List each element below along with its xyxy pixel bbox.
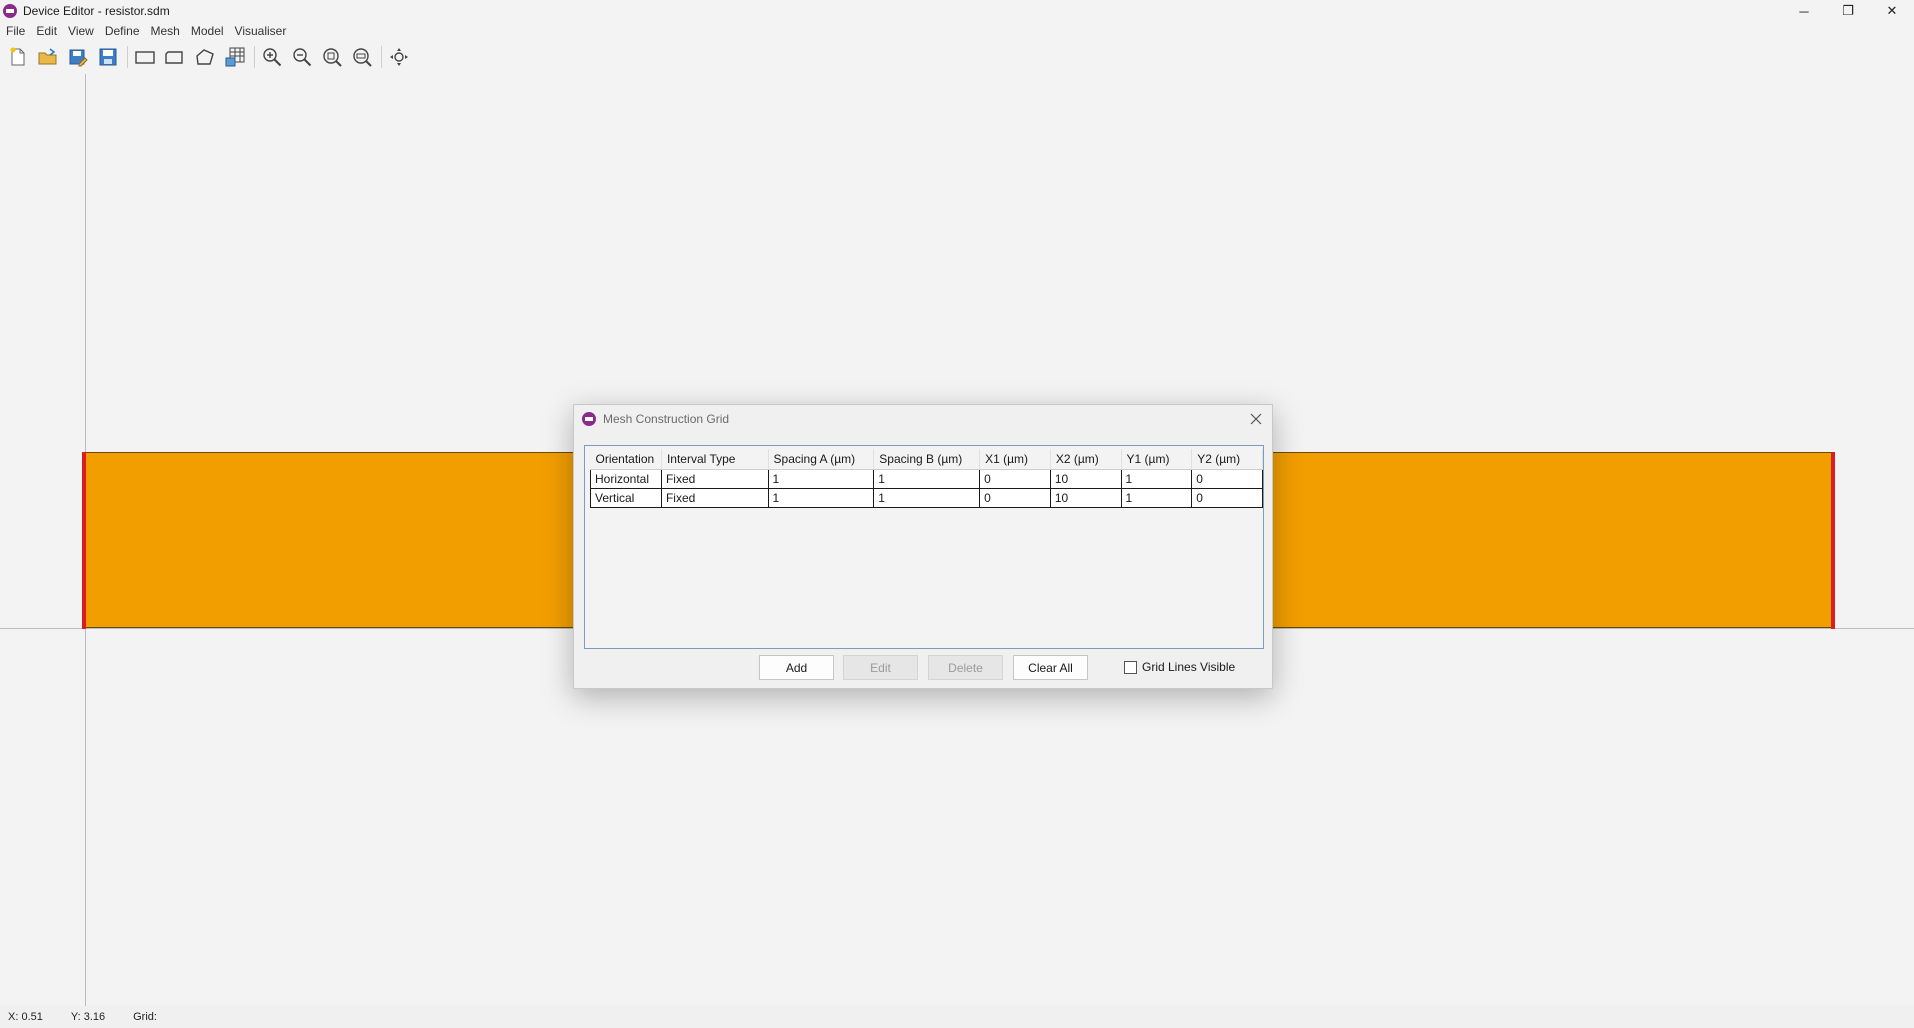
table-cell[interactable]: 1: [1120, 488, 1193, 508]
zoom-in-icon[interactable]: [258, 44, 286, 70]
right-contact[interactable]: [1831, 452, 1835, 629]
table-cell[interactable]: 10: [1049, 469, 1122, 489]
zoom-out-icon[interactable]: [288, 44, 316, 70]
grid-readout: Grid:: [133, 1011, 157, 1023]
grid-definitions-table: Orientation Interval Type Spacing A (µm)…: [590, 449, 1263, 508]
table-cell[interactable]: 0: [1191, 469, 1263, 489]
table-row[interactable]: Vertical Fixed 1 1 0 10 1 0: [590, 488, 1263, 508]
table-cell[interactable]: Horizontal: [590, 469, 662, 489]
window-controls: ─ ❐ ✕: [1782, 0, 1914, 22]
mesh-construction-grid-dialog: Mesh Construction Grid Orientation Inter…: [573, 404, 1273, 689]
table-cell[interactable]: 0: [979, 469, 1051, 489]
column-header[interactable]: Spacing B (µm): [873, 449, 981, 470]
table-cell[interactable]: Vertical: [590, 488, 662, 508]
table-cell[interactable]: Fixed: [660, 488, 769, 508]
cursor-x-readout: X: 0.51: [8, 1011, 43, 1023]
grid-lines-visible-checkbox[interactable]: [1124, 660, 1137, 674]
table-cell[interactable]: 0: [979, 488, 1051, 508]
table-cell[interactable]: 1: [873, 488, 981, 508]
menu-mesh[interactable]: Mesh: [151, 24, 180, 38]
menu-visualiser[interactable]: Visualiser: [235, 24, 287, 38]
cursor-y-readout: Y: 3.16: [70, 1011, 106, 1023]
table-cell[interactable]: 1: [873, 469, 981, 489]
close-window-button[interactable]: ✕: [1870, 0, 1914, 22]
close-icon[interactable]: [1248, 411, 1264, 427]
mesh-grid-icon[interactable]: [221, 44, 249, 70]
table-cell[interactable]: 10: [1049, 488, 1122, 508]
save-as-icon[interactable]: [64, 44, 92, 70]
grid-lines-visible-label: Grid Lines Visible: [1142, 660, 1236, 674]
column-header[interactable]: Y2 (µm): [1191, 449, 1263, 470]
table-cell[interactable]: Fixed: [660, 469, 769, 489]
restore-button[interactable]: ❐: [1826, 0, 1870, 22]
app-logo-icon: [582, 412, 596, 426]
table-cell[interactable]: 1: [767, 488, 875, 508]
zoom-extents-icon[interactable]: [348, 44, 376, 70]
minimize-button[interactable]: ─: [1782, 0, 1826, 22]
toolbar-separator: [381, 46, 382, 68]
table-cell[interactable]: 1: [767, 469, 875, 489]
table-row[interactable]: Horizontal Fixed 1 1 0 10 1 0: [590, 469, 1263, 489]
column-header[interactable]: Spacing A (µm): [768, 449, 875, 470]
table-cell[interactable]: 1: [1120, 469, 1193, 489]
column-header[interactable]: Interval Type: [661, 449, 769, 470]
status-bar: X: 0.51 Y: 3.16 Grid:: [0, 1006, 1914, 1028]
column-header[interactable]: Orientation: [590, 449, 662, 470]
column-header[interactable]: Y1 (µm): [1121, 449, 1193, 470]
table-cell[interactable]: 0: [1191, 488, 1263, 508]
column-header[interactable]: X1 (µm): [979, 449, 1051, 470]
title-bar: Device Editor - resistor.sdm ─ ❐ ✕: [0, 0, 1914, 22]
rounded-rectangle-icon[interactable]: [161, 44, 189, 70]
zoom-fit-icon[interactable]: [318, 44, 346, 70]
pan-icon[interactable]: [385, 44, 413, 70]
save-icon[interactable]: [94, 44, 122, 70]
menu-view[interactable]: View: [68, 24, 94, 38]
menu-define[interactable]: Define: [105, 24, 140, 38]
left-contact[interactable]: [82, 452, 86, 629]
menu-edit[interactable]: Edit: [36, 24, 57, 38]
window-title: Device Editor - resistor.sdm: [23, 4, 170, 18]
menu-model[interactable]: Model: [191, 24, 224, 38]
add-button[interactable]: Add: [759, 655, 834, 680]
menu-bar: File Edit View Define Mesh Model Visuali…: [0, 22, 297, 40]
polygon-icon[interactable]: [191, 44, 219, 70]
toolbar-separator: [254, 46, 255, 68]
app-logo-icon: [3, 4, 17, 18]
open-folder-icon[interactable]: [34, 44, 62, 70]
mesh-grid-table[interactable]: Orientation Interval Type Spacing A (µm)…: [584, 445, 1264, 649]
toolbar: [0, 42, 415, 72]
dialog-button-row: Add Edit Delete Clear All Grid Lines Vis…: [574, 655, 1272, 681]
toolbar-separator: [127, 46, 128, 68]
dialog-title: Mesh Construction Grid: [603, 412, 730, 426]
clear-all-button[interactable]: Clear All: [1013, 655, 1088, 680]
new-file-icon[interactable]: [4, 44, 32, 70]
table-header-row: Orientation Interval Type Spacing A (µm)…: [590, 449, 1263, 470]
edit-button[interactable]: Edit: [843, 655, 918, 680]
grid-lines-visible-toggle[interactable]: Grid Lines Visible: [1124, 660, 1235, 674]
menu-file[interactable]: File: [6, 24, 25, 38]
delete-button[interactable]: Delete: [928, 655, 1003, 680]
dialog-title-bar[interactable]: Mesh Construction Grid: [574, 405, 1272, 433]
column-header[interactable]: X2 (µm): [1050, 449, 1122, 470]
rectangle-icon[interactable]: [131, 44, 159, 70]
